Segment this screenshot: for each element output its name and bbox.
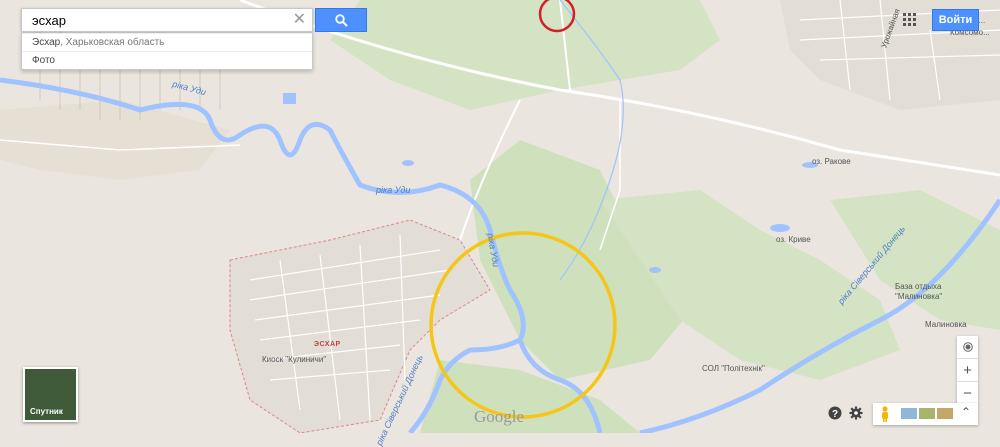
close-icon[interactable]: ✕ xyxy=(293,12,306,28)
apps-grid-icon[interactable] xyxy=(903,13,917,27)
satellite-label: Спутник xyxy=(30,407,63,416)
pegman-icon[interactable] xyxy=(880,406,890,422)
lake-rakove-label: оз. Ракове xyxy=(812,157,851,166)
suggestion-list: Эсхар, Харьковская область Фото xyxy=(21,33,313,70)
search-button[interactable] xyxy=(315,8,367,32)
zoom-controls: + − xyxy=(957,336,978,404)
location-icon xyxy=(962,342,973,352)
search-icon xyxy=(334,13,348,27)
search-box: ✕ xyxy=(21,8,313,32)
gear-icon[interactable] xyxy=(849,406,863,425)
suggestion-item[interactable]: Эсхар, Харьковская область xyxy=(22,33,312,51)
photo-thumbnail-icon[interactable] xyxy=(919,408,935,419)
google-logo: Google xyxy=(474,407,525,426)
lake-kryve-label: оз. Криве xyxy=(776,235,811,244)
town-label: ЭСХАР xyxy=(314,341,341,348)
my-location-button[interactable] xyxy=(957,336,978,359)
zoom-in-button[interactable]: + xyxy=(957,359,978,382)
sol-label: СОЛ "Політехнік" xyxy=(702,364,765,373)
search-input[interactable] xyxy=(22,9,302,31)
chevron-up-icon[interactable]: ⌃ xyxy=(961,405,971,419)
zoom-out-button[interactable]: − xyxy=(957,382,978,404)
base-label: База отдыха "Малиновка" xyxy=(895,282,943,301)
help-icon[interactable]: ? xyxy=(828,406,842,425)
suggestion-item[interactable]: Фото xyxy=(22,51,312,69)
river-udy-label-mid: ріка Уди xyxy=(376,185,411,195)
malinovka-label: Малиновка xyxy=(925,320,967,329)
kiosk-label: Киоск "Кулиничи" xyxy=(262,355,327,364)
svg-text:?: ? xyxy=(832,409,838,420)
photo-thumbnail-icon[interactable] xyxy=(937,408,953,419)
signin-button[interactable]: Войти xyxy=(932,9,979,31)
bottom-toolbar: ⌃ xyxy=(873,403,978,425)
satellite-toggle[interactable]: Спутник xyxy=(23,367,78,422)
photo-thumbnail-icon[interactable] xyxy=(901,408,917,419)
